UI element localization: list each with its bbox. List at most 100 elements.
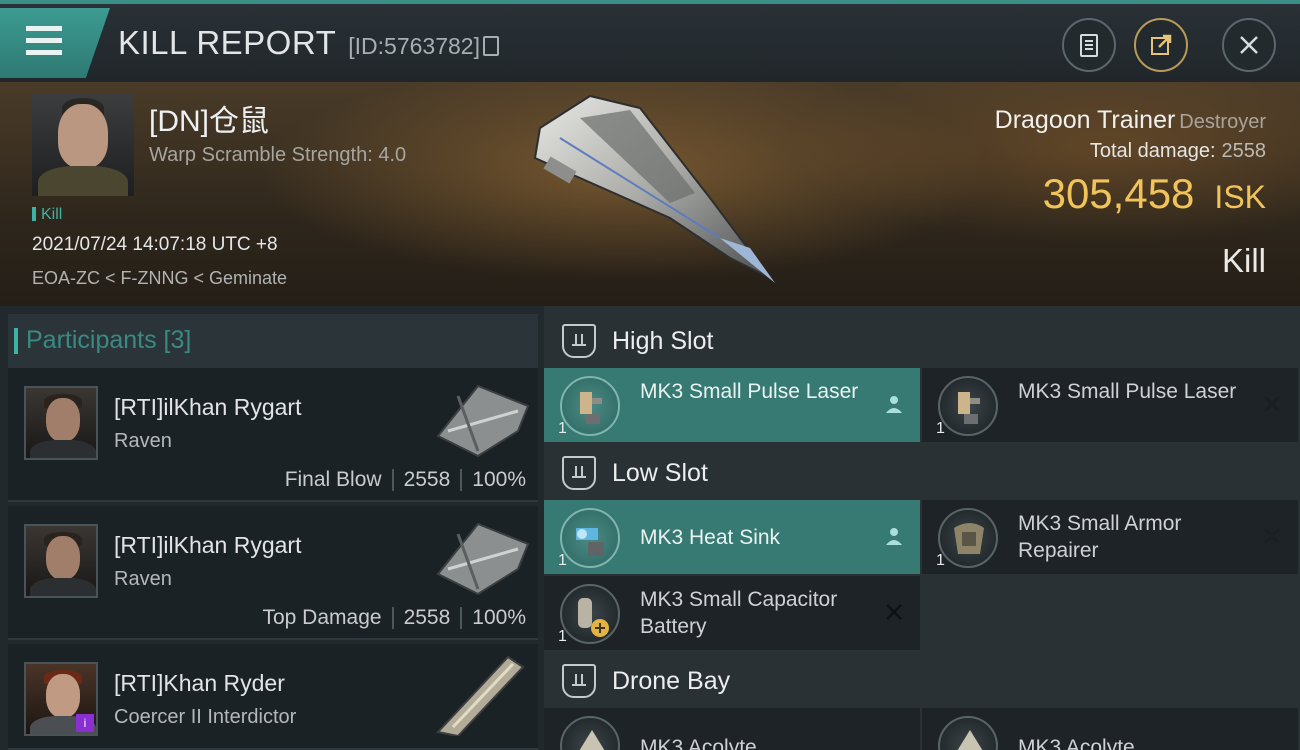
participant-card[interactable]: [RTI]ilKhan Rygart Raven Top Damage 2558… — [8, 506, 538, 640]
dropped-person-icon — [886, 528, 902, 545]
clipboard-icon — [1080, 34, 1098, 57]
participant-portrait — [24, 386, 98, 460]
destroyed-x-icon — [886, 604, 902, 620]
participant-ship: Raven — [114, 568, 172, 590]
drone-bay-header: Drone Bay — [544, 650, 1300, 712]
participant-name: [RTI]ilKhan Rygart — [114, 532, 302, 558]
heat-sink-icon — [560, 508, 620, 568]
ship-name: Dragoon Trainer — [994, 106, 1176, 134]
participant-ship: Raven — [114, 430, 172, 452]
item-quantity: 1 — [936, 420, 945, 437]
ship-class: Destroyer — [1179, 111, 1266, 133]
share-icon — [1151, 34, 1172, 55]
kill-result: Kill — [1221, 242, 1266, 279]
participant-portrait: i — [24, 662, 98, 736]
high-slot-header: High Slot — [544, 310, 1300, 372]
fittings-panel: High Slot 1 MK3 Small Pulse Laser 1 MK3 … — [544, 306, 1300, 750]
armor-repairer-icon — [938, 508, 998, 568]
slot-shield-icon — [562, 456, 596, 490]
item-name: MK3 Small Capacitor Battery — [640, 588, 838, 638]
report-id-text: [ID:5763782] — [348, 33, 480, 59]
warp-scramble-strength: Warp Scramble Strength: 4.0 — [149, 144, 407, 166]
participant-ship-image — [436, 655, 525, 736]
isk-unit: ISK — [1214, 179, 1266, 215]
kill-location: EOA-ZC < F-ZNNG < Geminate — [32, 268, 288, 288]
destroyed-x-icon — [1264, 396, 1280, 412]
participant-damage: 2558 — [403, 468, 451, 491]
fitting-item[interactable]: 1 MK3 Small Pulse Laser — [544, 368, 920, 442]
low-slot-title: Low Slot — [612, 458, 708, 487]
victim-banner: [DN]仓鼠 Warp Scramble Strength: 4.0 Kill … — [0, 82, 1300, 306]
item-name: MK3 Small Armor Repairer — [1018, 512, 1182, 562]
page-title: KILL REPORT — [118, 24, 337, 61]
participant-percent: 100% — [472, 468, 526, 491]
item-name: MK3 Small Pulse Laser — [1018, 380, 1237, 403]
menu-button[interactable] — [0, 8, 110, 78]
fitting-item[interactable]: MK3 Acolyte — [544, 708, 920, 750]
participant-percent: 100% — [472, 606, 526, 629]
drone-bay-title: Drone Bay — [612, 666, 731, 695]
item-name: MK3 Acolyte — [1018, 736, 1135, 750]
victim-portrait[interactable] — [32, 94, 134, 196]
participant-ship-image — [436, 384, 530, 458]
participants-header: Participants [3] — [8, 314, 538, 368]
participant-name: [RTI]ilKhan Rygart — [114, 394, 302, 420]
fitting-item[interactable]: 1 MK3 Heat Sink — [544, 500, 920, 574]
participants-label: Participants [3] — [13, 326, 192, 354]
item-name: MK3 Small Pulse Laser — [640, 380, 859, 403]
item-name: MK3 Heat Sink — [640, 526, 781, 549]
low-slot-header: Low Slot — [544, 442, 1300, 504]
victim-ship-image — [533, 94, 775, 283]
victim-ship[interactable]: Dragoon Trainer Destroyer — [995, 106, 1266, 135]
participant-role: Top Damage — [262, 606, 382, 629]
participant-role: Final Blow — [284, 468, 382, 491]
item-quantity: 1 — [936, 552, 945, 569]
participant-name: [RTI]Khan Ryder — [114, 670, 285, 696]
acolyte-drone-icon — [938, 716, 998, 750]
participant-damage: 2558 — [403, 606, 451, 629]
slot-shield-icon — [562, 664, 596, 698]
fitting-item[interactable]: 1 MK3 Small Armor Repairer — [922, 500, 1298, 574]
clipboard-button[interactable] — [1062, 18, 1116, 72]
participant-card[interactable]: i [RTI]Khan Ryder Coercer II Interdictor — [8, 644, 538, 750]
isk-value-group: 305,458 ISK — [1043, 170, 1266, 218]
kill-tag: Kill — [32, 206, 62, 224]
header-bar: KILL REPORT [ID:5763782] — [0, 0, 1300, 82]
slot-shield-icon — [562, 324, 596, 358]
participant-ship-image — [436, 522, 530, 596]
fitting-item[interactable]: MK3 Acolyte — [922, 708, 1298, 750]
total-damage-label: Total damage: — [1089, 140, 1216, 162]
item-name: MK3 Acolyte — [640, 736, 757, 750]
total-damage: Total damage: 2558 — [1090, 140, 1266, 163]
destroyed-x-icon — [1264, 528, 1280, 544]
item-quantity: 1 — [558, 552, 567, 569]
participant-ship: Coercer II Interdictor — [114, 706, 297, 728]
participant-portrait — [24, 524, 98, 598]
hamburger-menu-icon — [26, 26, 62, 62]
close-button[interactable] — [1222, 18, 1276, 72]
title-group: KILL REPORT [ID:5763782] — [118, 24, 499, 62]
participant-stats: Top Damage 2558 100% — [262, 606, 526, 630]
high-slot-title: High Slot — [612, 326, 714, 355]
item-quantity: 1 — [558, 420, 567, 437]
fitting-item[interactable]: 1 MK3 Small Capacitor Battery — [544, 576, 920, 650]
total-damage-value: 2558 — [1221, 140, 1267, 162]
acolyte-drone-icon — [560, 716, 620, 750]
share-button[interactable] — [1134, 18, 1188, 72]
participant-card[interactable]: [RTI]ilKhan Rygart Raven Final Blow 2558… — [8, 368, 538, 502]
dropped-person-icon — [886, 396, 902, 413]
victim-name[interactable]: [DN]仓鼠 — [149, 96, 269, 140]
info-badge-icon: i — [76, 714, 94, 732]
close-icon — [1240, 36, 1258, 54]
pulse-laser-icon — [938, 376, 998, 436]
participants-panel: Participants [3] [RTI]ilKhan Rygart Rave… — [0, 306, 544, 750]
report-id: [ID:5763782] — [348, 33, 499, 60]
copy-icon[interactable] — [482, 36, 499, 56]
participant-stats: Final Blow 2558 100% — [285, 468, 526, 492]
pulse-laser-icon — [560, 376, 620, 436]
kill-datetime: 2021/07/24 14:07:18 UTC +8 — [32, 234, 278, 255]
item-quantity: 1 — [558, 628, 567, 645]
fitting-item[interactable]: 1 MK3 Small Pulse Laser — [922, 368, 1298, 442]
isk-value: 305,458 — [1042, 170, 1195, 217]
capacitor-battery-icon — [560, 584, 620, 644]
